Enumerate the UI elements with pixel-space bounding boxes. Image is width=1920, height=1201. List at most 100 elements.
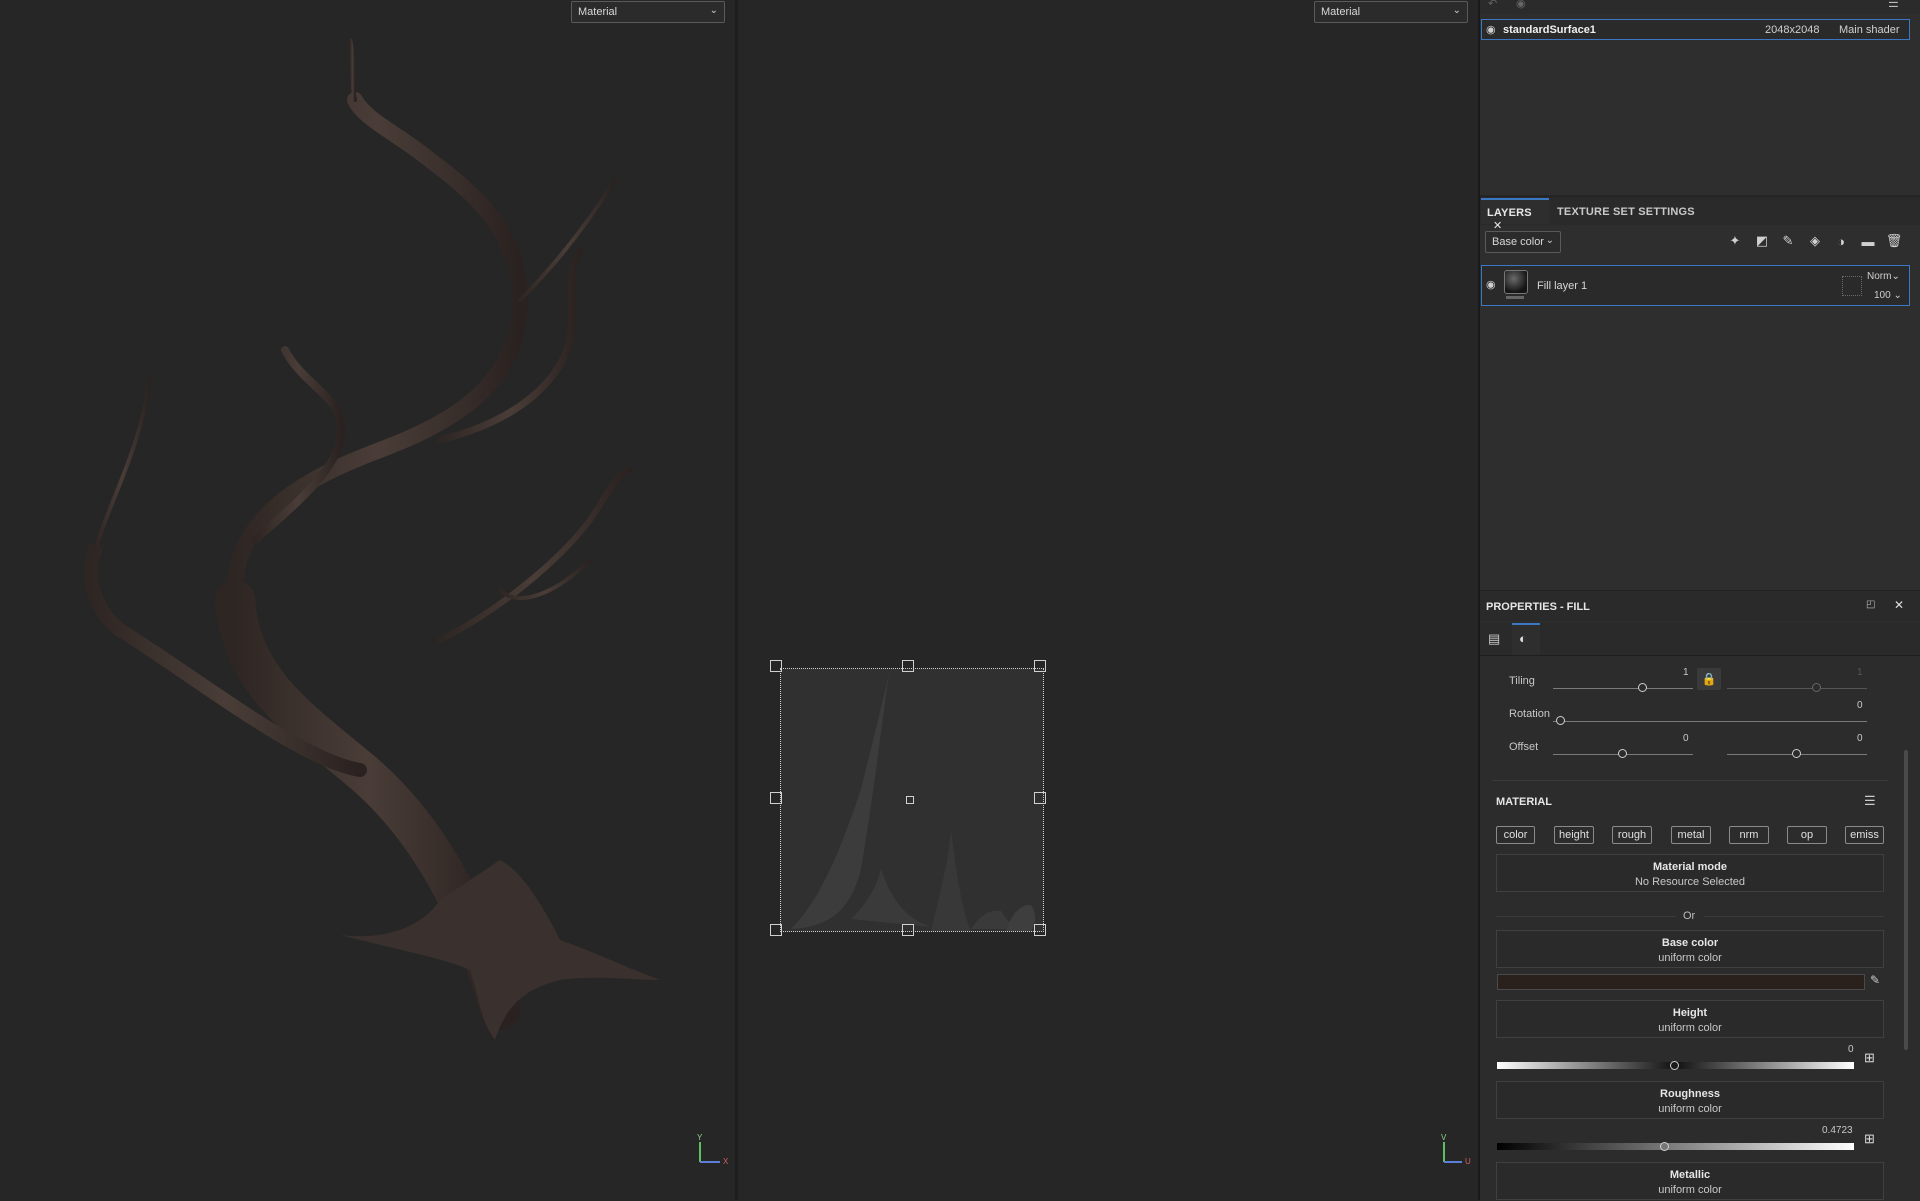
roughness-random-icon[interactable]: ⊞ bbox=[1864, 1131, 1875, 1147]
channel-chip-color[interactable]: color bbox=[1496, 826, 1535, 844]
offset-slider-u-knob[interactable] bbox=[1618, 749, 1627, 758]
material-properties-tab[interactable]: ◐ bbox=[1512, 623, 1540, 655]
transform-handle-tl[interactable] bbox=[770, 660, 782, 672]
lock-icon[interactable]: 🔒 bbox=[1697, 668, 1721, 690]
viewport-2d-mode-dropdown[interactable]: Material ⌄ bbox=[1314, 1, 1468, 23]
height-random-icon[interactable]: ⊞ bbox=[1864, 1050, 1875, 1066]
tiling-slider-u-knob[interactable] bbox=[1638, 683, 1647, 692]
properties-scrollbar[interactable] bbox=[1904, 750, 1908, 1050]
layer-visibility-icon[interactable]: ◉ bbox=[1486, 278, 1496, 291]
metallic-title: Metallic bbox=[1669, 1169, 1711, 1181]
add-fill-layer-icon[interactable]: ◈ bbox=[1805, 231, 1825, 251]
viewport-2d[interactable]: Material ⌄ V U bbox=[738, 0, 1478, 1200]
offset-value-u[interactable]: 0 bbox=[1683, 733, 1689, 744]
properties-header: PROPERTIES - FILL ◰ ✕ bbox=[1480, 591, 1920, 621]
layer-thumbnail-underline bbox=[1506, 296, 1524, 299]
layer-properties-tab-icon[interactable]: ▤ bbox=[1488, 631, 1500, 647]
tiling-slider-u[interactable] bbox=[1553, 688, 1693, 689]
material-mode-title: Material mode bbox=[1653, 861, 1727, 873]
rotation-value[interactable]: 0 bbox=[1857, 700, 1863, 711]
offset-slider-v-knob[interactable] bbox=[1792, 749, 1801, 758]
offset-value-v[interactable]: 0 bbox=[1857, 733, 1863, 744]
roughness-picker[interactable]: Roughness uniform color bbox=[1496, 1081, 1884, 1119]
layer-blend-mode[interactable]: Norm⌄ bbox=[1867, 271, 1900, 282]
add-effect-icon[interactable]: ✦ bbox=[1725, 231, 1745, 251]
channel-chip-rough[interactable]: rough bbox=[1612, 826, 1652, 844]
or-divider-right bbox=[1704, 916, 1884, 917]
transform-handle-ml[interactable] bbox=[770, 792, 782, 804]
chevron-down-icon: ⌄ bbox=[1452, 5, 1461, 16]
viewport-2d-mode-label: Material bbox=[1321, 6, 1361, 18]
settings-list-icon[interactable]: ☰ bbox=[1888, 0, 1899, 10]
maximize-icon[interactable]: ◰ bbox=[1866, 599, 1875, 610]
axis-gizmo-3d: Y X bbox=[697, 1133, 729, 1166]
channel-chip-op[interactable]: op bbox=[1787, 826, 1827, 844]
rotation-slider[interactable] bbox=[1553, 721, 1867, 722]
visibility-icon[interactable]: ◉ bbox=[1516, 0, 1526, 10]
tiling-value[interactable]: 1 bbox=[1683, 667, 1689, 678]
undo-icon[interactable]: ↶ bbox=[1488, 0, 1497, 10]
axis-x-label: X bbox=[723, 1157, 729, 1166]
base-color-swatch[interactable] bbox=[1497, 974, 1865, 990]
transform-handle-bm[interactable] bbox=[902, 924, 914, 936]
base-color-picker[interactable]: Base color uniform color bbox=[1496, 930, 1884, 968]
height-slider-knob[interactable] bbox=[1670, 1061, 1679, 1070]
add-paint-layer-icon[interactable]: ✎ bbox=[1778, 231, 1798, 251]
chevron-down-icon: ⌄ bbox=[1545, 235, 1554, 246]
delete-layer-icon[interactable]: 🗑 bbox=[1884, 231, 1904, 251]
roughness-subtitle: uniform color bbox=[1658, 1103, 1722, 1115]
roughness-slider[interactable] bbox=[1497, 1143, 1854, 1150]
height-picker[interactable]: Height uniform color bbox=[1496, 1000, 1884, 1038]
close-icon[interactable]: ✕ bbox=[1894, 598, 1904, 612]
channel-chip-emiss[interactable]: emiss bbox=[1845, 826, 1884, 844]
add-folder-icon[interactable]: ▬ bbox=[1858, 231, 1878, 251]
eye-icon[interactable]: ◉ bbox=[1486, 23, 1496, 36]
height-title: Height bbox=[1672, 1007, 1708, 1019]
channel-chip-metal[interactable]: metal bbox=[1671, 826, 1711, 844]
roughness-slider-knob[interactable] bbox=[1660, 1142, 1669, 1151]
eyedropper-icon[interactable]: ✎ bbox=[1870, 973, 1880, 987]
offset-label: Offset bbox=[1509, 741, 1539, 753]
axis-u-label: U bbox=[1465, 1157, 1471, 1166]
transform-handle-tr[interactable] bbox=[1034, 660, 1046, 672]
layer-row[interactable]: ◉ Fill layer 1 Norm⌄ 100 ⌄ bbox=[1481, 265, 1910, 306]
transform-handle-tm[interactable] bbox=[902, 660, 914, 672]
material-section-divider bbox=[1492, 780, 1888, 781]
material-mode-subtitle: No Resource Selected bbox=[1634, 876, 1746, 888]
viewport-3d-mode-dropdown[interactable]: Material ⌄ bbox=[571, 1, 725, 23]
material-mode-picker[interactable]: Material mode No Resource Selected bbox=[1496, 854, 1884, 892]
transform-handle-br[interactable] bbox=[1034, 924, 1046, 936]
channel-chip-height[interactable]: height bbox=[1554, 826, 1594, 844]
texture-set-name: standardSurface1 bbox=[1503, 24, 1596, 36]
or-label: Or bbox=[1683, 910, 1696, 922]
layer-blend-mode-label: Norm bbox=[1867, 271, 1892, 282]
tree-model bbox=[84, 38, 660, 1040]
channel-dropdown[interactable]: Base color ⌄ bbox=[1485, 231, 1561, 253]
transform-handle-center[interactable] bbox=[906, 796, 914, 804]
metallic-picker[interactable]: Metallic uniform color bbox=[1496, 1162, 1884, 1200]
add-mask-icon[interactable]: ◩ bbox=[1752, 231, 1772, 251]
layer-opacity-value: 100 bbox=[1874, 290, 1891, 301]
tiling-slider-v[interactable] bbox=[1727, 688, 1867, 689]
tab-layers[interactable]: LAYERS ✕ bbox=[1481, 198, 1549, 232]
transform-handle-bl[interactable] bbox=[770, 924, 782, 936]
tiling-slider-v-knob[interactable] bbox=[1812, 683, 1821, 692]
add-smart-material-icon[interactable]: ◑ bbox=[1831, 231, 1851, 251]
layer-opacity[interactable]: 100 ⌄ bbox=[1874, 290, 1902, 301]
rotation-slider-knob[interactable] bbox=[1556, 716, 1565, 725]
layer-name[interactable]: Fill layer 1 bbox=[1537, 280, 1587, 292]
material-options-icon[interactable]: ☰ bbox=[1864, 793, 1876, 809]
texture-set-row[interactable]: ◉ standardSurface1 2048x2048 Main shader bbox=[1481, 19, 1910, 40]
layer-thumbnail bbox=[1504, 270, 1528, 294]
layers-panel bbox=[1480, 196, 1920, 590]
tiling-value-2[interactable]: 1 bbox=[1857, 667, 1863, 678]
height-value[interactable]: 0 bbox=[1848, 1044, 1854, 1055]
tab-texture-set-settings[interactable]: TEXTURE SET SETTINGS bbox=[1557, 206, 1695, 218]
height-subtitle: uniform color bbox=[1658, 1022, 1722, 1034]
roughness-value[interactable]: 0.4723 bbox=[1822, 1125, 1853, 1136]
viewport-3d[interactable]: Material ⌄ Y X bbox=[0, 0, 735, 1200]
texture-set-shader[interactable]: Main shader bbox=[1839, 24, 1900, 36]
material-section-title: MATERIAL bbox=[1496, 796, 1553, 808]
channel-chip-nrm[interactable]: nrm bbox=[1729, 826, 1769, 844]
transform-handle-mr[interactable] bbox=[1034, 792, 1046, 804]
